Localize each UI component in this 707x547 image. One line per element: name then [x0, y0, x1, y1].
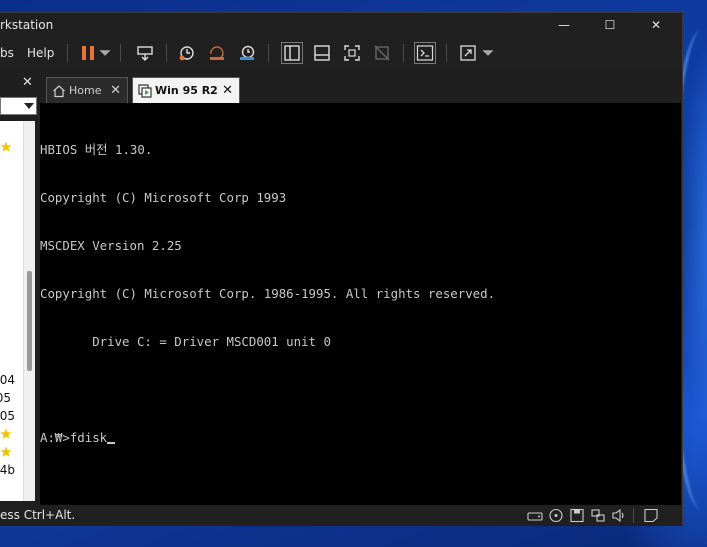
- sound-card-icon[interactable]: [611, 508, 627, 523]
- menu-toolbar: bs Help: [0, 37, 682, 69]
- status-bar: ess Ctrl+Alt.: [0, 505, 682, 526]
- title-bar[interactable]: rkstation — ☐ ✕: [0, 13, 682, 37]
- library-item[interactable]: 05: [0, 391, 11, 405]
- library-scrollbar[interactable]: [23, 121, 35, 501]
- minimize-button[interactable]: —: [541, 13, 587, 37]
- console-line: MSCDEX Version 2.25: [40, 238, 182, 253]
- tab-label: Home: [69, 84, 102, 97]
- suspend-icon[interactable]: [77, 42, 99, 64]
- maximize-button[interactable]: ☐: [587, 13, 633, 37]
- tab-label: Win 95 R2: [155, 84, 218, 97]
- library-tree[interactable]: 04 05 05 4b: [0, 121, 35, 501]
- library-close-button[interactable]: ✕: [22, 75, 33, 90]
- floppy-icon[interactable]: [569, 508, 585, 523]
- stretch-guest-icon[interactable]: [457, 42, 479, 64]
- console-line: Drive C: = Driver MSCD001 unit 0: [40, 334, 331, 349]
- home-icon: [53, 85, 65, 98]
- favorite-star-icon: [0, 428, 12, 439]
- favorite-star-icon: [0, 141, 12, 152]
- favorite-star-icon: [0, 446, 12, 457]
- vm-running-icon: [138, 84, 152, 98]
- tab-close-icon[interactable]: ✕: [110, 78, 121, 104]
- window-title: rkstation: [0, 18, 54, 32]
- library-item[interactable]: 04: [0, 373, 15, 387]
- send-ctrl-alt-del-icon[interactable]: [134, 42, 156, 64]
- revert-snapshot-icon[interactable]: [206, 42, 228, 64]
- cd-dvd-icon[interactable]: [548, 508, 564, 523]
- snapshot-icon[interactable]: [176, 42, 198, 64]
- tab-home[interactable]: Home ✕: [46, 77, 128, 103]
- text-cursor: [107, 442, 116, 444]
- tab-win95r2[interactable]: Win 95 R2 ✕: [132, 77, 240, 103]
- vmware-window: rkstation — ☐ ✕ bs Help ✕ 04 5 05 4b Hom…: [0, 12, 683, 526]
- menu-tabs[interactable]: bs: [0, 37, 14, 69]
- power-dropdown-chevron-icon[interactable]: [98, 42, 112, 64]
- show-library-icon[interactable]: [281, 42, 303, 64]
- console-view-icon[interactable]: [414, 42, 436, 64]
- library-search-dropdown[interactable]: [0, 97, 37, 115]
- message-log-icon[interactable]: [643, 508, 659, 523]
- library-panel: ✕ 04 05 05 4b: [0, 69, 40, 505]
- stretch-dropdown-chevron-icon[interactable]: [481, 42, 495, 64]
- status-message: ess Ctrl+Alt.: [0, 508, 76, 522]
- show-thumbnail-bar-icon[interactable]: [311, 42, 333, 64]
- chevron-down-icon: [24, 103, 34, 109]
- console-line: Copyright (C) Microsoft Corp 1993: [40, 190, 287, 205]
- console-prompt: A:₩>fdisk: [40, 430, 108, 445]
- tab-close-icon[interactable]: ✕: [222, 78, 233, 104]
- vm-console-screen[interactable]: HBIOS 버전 1.30. Copyright (C) Microsoft C…: [40, 103, 681, 505]
- unity-mode-icon[interactable]: [371, 42, 393, 64]
- snapshot-manager-icon[interactable]: [236, 42, 258, 64]
- network-adapter-icon[interactable]: [590, 508, 606, 523]
- console-line: HBIOS 버전 1.30.: [40, 142, 153, 157]
- console-prompt-line: A:₩>fdisk: [40, 430, 681, 446]
- hard-disk-icon[interactable]: [527, 508, 543, 523]
- close-button[interactable]: ✕: [633, 13, 679, 37]
- library-item[interactable]: 4b: [0, 463, 15, 477]
- menu-help[interactable]: Help: [27, 37, 54, 69]
- full-screen-icon[interactable]: [341, 42, 363, 64]
- console-line: Copyright (C) Microsoft Corp. 1986-1995.…: [40, 286, 496, 301]
- vm-tab-strip: Home ✕ Win 95 R2 ✕: [40, 69, 682, 103]
- library-item[interactable]: 05: [0, 409, 15, 423]
